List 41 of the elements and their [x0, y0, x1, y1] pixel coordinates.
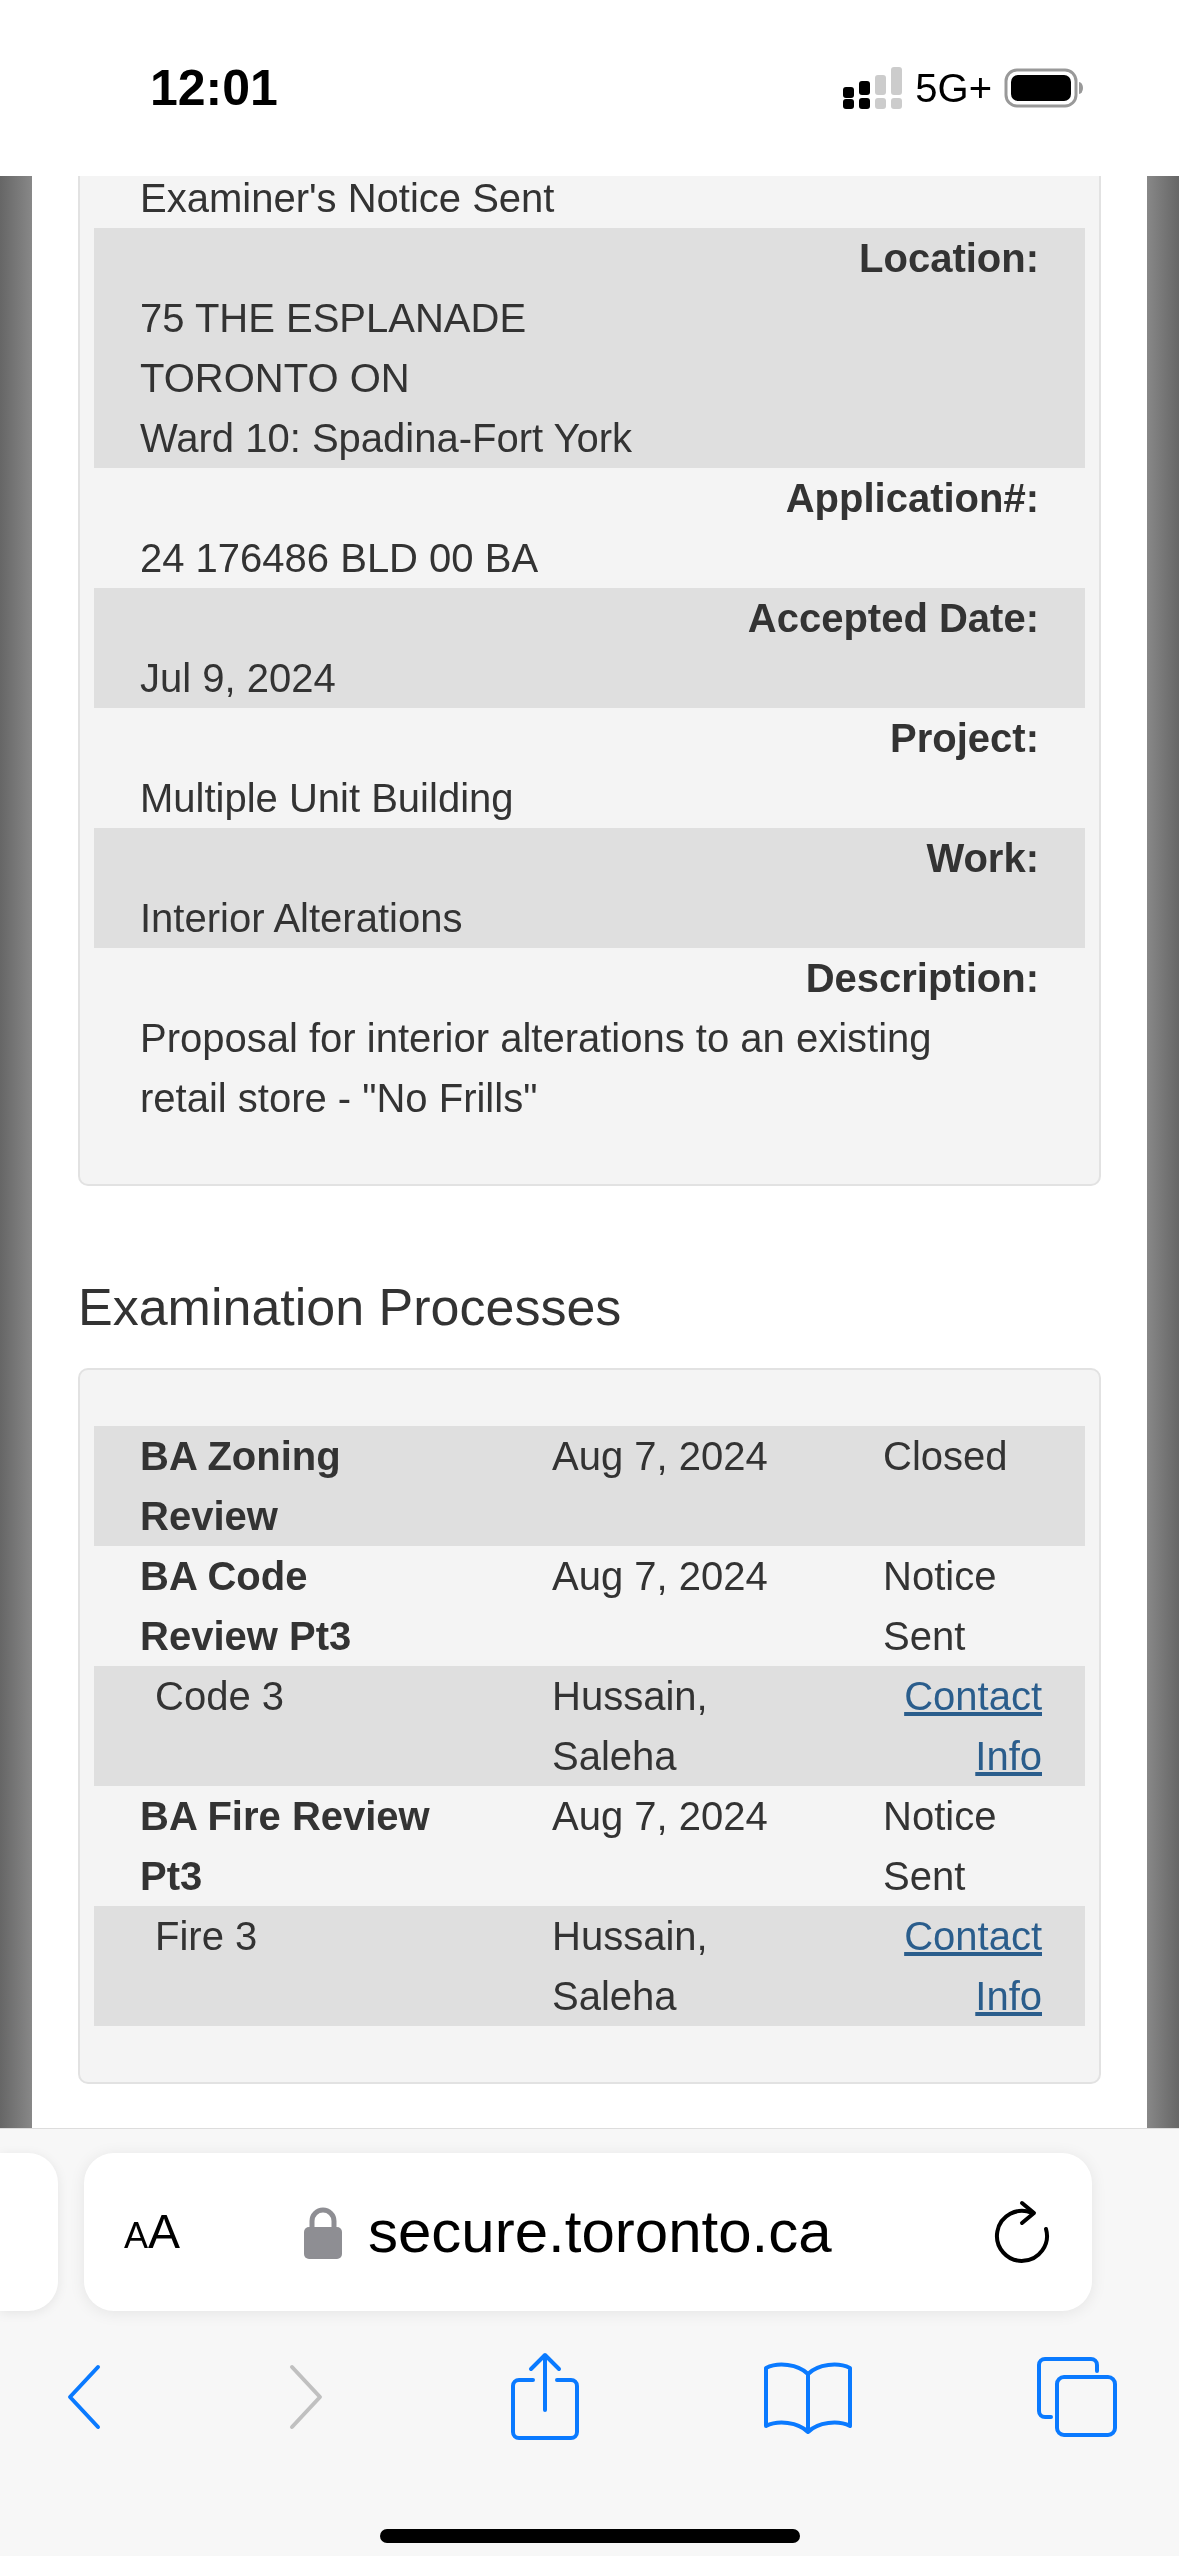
field-value: Examiner's Notice Sent	[140, 176, 555, 222]
battery-icon	[1004, 68, 1084, 108]
signal-icon	[843, 67, 904, 109]
text-size-button[interactable]: AA	[124, 2196, 234, 2268]
field-value: Jul 9, 2024	[140, 655, 336, 702]
process-status: Notice Sent	[883, 1793, 997, 1900]
field-label: Application#:	[785, 475, 1039, 522]
field-label: Accepted Date:	[747, 595, 1039, 642]
field-value: Proposal for interior alterations to an existing retail store - "No Frills"	[140, 1015, 932, 1122]
process-name: BA Code Review Pt3	[140, 1553, 353, 1660]
field-label: Description:	[805, 955, 1039, 1002]
field-label: Project:	[890, 715, 1039, 762]
reviewer-role: Code 3	[155, 1673, 284, 1720]
field-value: Multiple Unit Building	[140, 775, 514, 822]
lock-icon	[304, 2205, 342, 2259]
reviewer-name: Hussain, Saleha	[552, 1913, 709, 2020]
status-time: 12:01	[150, 58, 278, 118]
field-label: Location:	[859, 235, 1039, 282]
process-date: Aug 7, 2024	[552, 1433, 769, 1480]
book-icon[interactable]	[762, 2360, 853, 2434]
reload-icon[interactable]	[994, 2199, 1052, 2265]
url-text[interactable]: secure.toronto.ca	[368, 2187, 832, 2277]
process-name: BA Zoning Review	[140, 1433, 342, 1540]
address-bar[interactable]: AA secure.toronto.ca	[84, 2153, 1092, 2311]
process-date: Aug 7, 2024	[552, 1553, 769, 1600]
share-icon[interactable]	[508, 2352, 581, 2442]
tabs-icon[interactable]	[1035, 2355, 1119, 2439]
field-label: Work:	[926, 835, 1039, 882]
section-heading: Examination Processes	[78, 1277, 623, 1338]
reviewer-role: Fire 3	[155, 1913, 258, 1960]
field-value: 24 176486 BLD 00 BA	[140, 535, 539, 582]
field-value: 75 THE ESPLANADE TORONTO ON Ward 10: Spadina-Fort York	[140, 295, 633, 462]
field-value: Interior Alterations	[140, 895, 463, 942]
process-date: Aug 7, 2024	[552, 1793, 769, 1840]
network-label: 5G+	[915, 65, 992, 112]
process-name: BA Fire Review Pt3	[140, 1793, 431, 1900]
contact-info-link[interactable]: Contact Info	[904, 1666, 1042, 1786]
process-status: Closed	[883, 1433, 1008, 1480]
process-status: Notice Sent	[883, 1553, 997, 1660]
contact-info-link[interactable]: Contact Info	[904, 1906, 1042, 2026]
reviewer-name: Hussain, Saleha	[552, 1673, 709, 1780]
